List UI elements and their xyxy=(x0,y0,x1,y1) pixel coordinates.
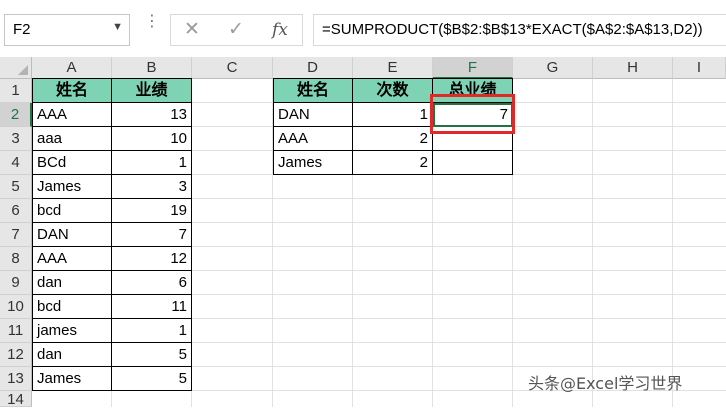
table1-score-cell[interactable]: 12 xyxy=(112,247,192,271)
table1-score-cell[interactable]: 5 xyxy=(112,343,192,367)
highlight-box xyxy=(430,94,515,134)
more-options-icon: ⋮ xyxy=(144,13,160,30)
row-header-11[interactable]: 11 xyxy=(0,319,32,343)
row-header-3[interactable]: 3 xyxy=(0,127,32,151)
table2-count-cell[interactable]: 2 xyxy=(353,127,433,151)
table1-score-cell[interactable]: 11 xyxy=(112,295,192,319)
column-header-a[interactable]: A xyxy=(32,57,112,79)
table2-count-cell[interactable]: 1 xyxy=(353,103,433,127)
table1-score-cell[interactable]: 6 xyxy=(112,271,192,295)
table1-header-score[interactable]: 业绩 xyxy=(112,78,192,103)
column-header-i[interactable]: I xyxy=(673,57,726,79)
table1-name-cell[interactable]: James xyxy=(32,175,112,199)
row-header-6[interactable]: 6 xyxy=(0,199,32,223)
cancel-icon[interactable]: ✕ xyxy=(184,18,200,41)
row-header-13[interactable]: 13 xyxy=(0,367,32,391)
row-header-5[interactable]: 5 xyxy=(0,175,32,199)
table1-score-cell[interactable]: 1 xyxy=(112,319,192,343)
table1-name-cell[interactable]: James xyxy=(32,367,112,391)
table1-score-cell[interactable]: 13 xyxy=(112,103,192,127)
name-box-value: F2 xyxy=(13,21,31,38)
table1-score-cell[interactable]: 1 xyxy=(112,151,192,175)
column-header-f[interactable]: F xyxy=(433,57,513,79)
spreadsheet-grid: A B C D E F G H I 1 2 3 4 5 6 7 8 9 10 1… xyxy=(0,57,726,408)
table1-score-cell[interactable]: 7 xyxy=(112,223,192,247)
table1-name-cell[interactable]: james xyxy=(32,319,112,343)
table1-score-cell[interactable]: 19 xyxy=(112,199,192,223)
row-header-8[interactable]: 8 xyxy=(0,247,32,271)
row-header-4[interactable]: 4 xyxy=(0,151,32,175)
table1-name-cell[interactable]: dan xyxy=(32,343,112,367)
column-header-b[interactable]: B xyxy=(112,57,192,79)
row-header-2[interactable]: 2 xyxy=(0,103,32,127)
table1-name-cell[interactable]: bcd xyxy=(32,199,112,223)
table2-header-count[interactable]: 次数 xyxy=(353,78,433,103)
chevron-down-icon[interactable]: ▼ xyxy=(112,21,123,33)
table2-header-name[interactable]: 姓名 xyxy=(273,78,353,103)
row-header-12[interactable]: 12 xyxy=(0,343,32,367)
row-header-9[interactable]: 9 xyxy=(0,271,32,295)
formula-bar: F2 ▼ ⋮ ✕ ✓ fx =SUMPRODUCT($B$2:$B$13*EXA… xyxy=(0,0,726,57)
table1-header-name[interactable]: 姓名 xyxy=(32,78,112,103)
column-header-e[interactable]: E xyxy=(353,57,433,79)
table1-score-cell[interactable]: 5 xyxy=(112,367,192,391)
row-header-1[interactable]: 1 xyxy=(0,79,32,103)
table2-name-cell[interactable]: AAA xyxy=(273,127,353,151)
column-header-g[interactable]: G xyxy=(513,57,593,79)
formula-text: =SUMPRODUCT($B$2:$B$13*EXACT($A$2:$A$13,… xyxy=(322,21,703,38)
table1-name-cell[interactable]: dan xyxy=(32,271,112,295)
formula-input[interactable]: =SUMPRODUCT($B$2:$B$13*EXACT($A$2:$A$13,… xyxy=(313,14,726,46)
table2-total-cell[interactable] xyxy=(433,151,513,175)
watermark: 头条@Excel学习世界 xyxy=(528,374,683,393)
row-header-10[interactable]: 10 xyxy=(0,295,32,319)
table1-name-cell[interactable]: AAA xyxy=(32,103,112,127)
column-header-d[interactable]: D xyxy=(273,57,353,79)
table1-name-cell[interactable]: aaa xyxy=(32,127,112,151)
table1-score-cell[interactable]: 10 xyxy=(112,127,192,151)
insert-function-icon[interactable]: fx xyxy=(272,20,288,40)
row-header-14[interactable]: 14 xyxy=(0,391,32,408)
table2-name-cell[interactable]: James xyxy=(273,151,353,175)
table1-name-cell[interactable]: DAN xyxy=(32,223,112,247)
row-header-7[interactable]: 7 xyxy=(0,223,32,247)
table1-score-cell[interactable]: 3 xyxy=(112,175,192,199)
select-all-button[interactable] xyxy=(0,57,32,79)
column-header-c[interactable]: C xyxy=(192,57,273,79)
enter-icon[interactable]: ✓ xyxy=(228,18,244,41)
table2-count-cell[interactable]: 2 xyxy=(353,151,433,175)
table2-name-cell[interactable]: DAN xyxy=(273,103,353,127)
formula-buttons: ✕ ✓ fx xyxy=(170,14,303,46)
column-header-h[interactable]: H xyxy=(593,57,673,79)
name-box[interactable]: F2 ▼ xyxy=(4,14,130,46)
table1-name-cell[interactable]: bcd xyxy=(32,295,112,319)
table1-name-cell[interactable]: AAA xyxy=(32,247,112,271)
table1-name-cell[interactable]: BCd xyxy=(32,151,112,175)
